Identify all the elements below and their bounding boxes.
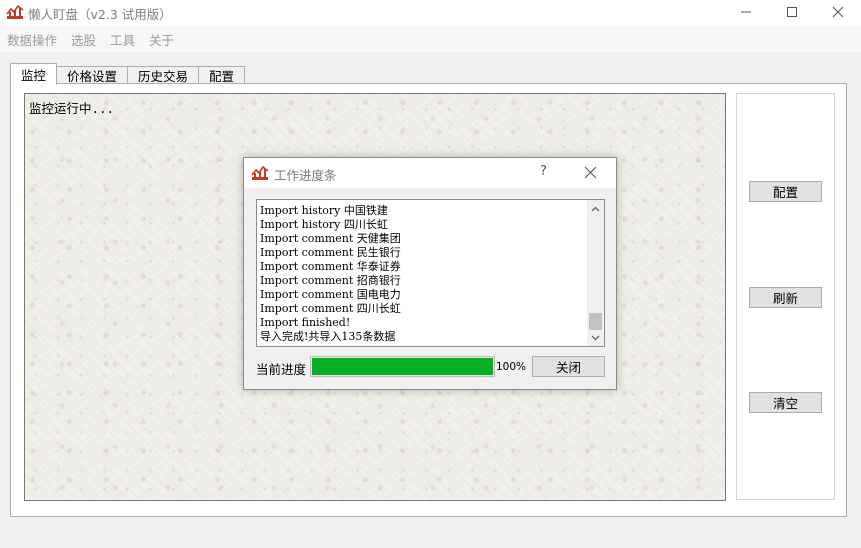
app-logo-icon <box>6 4 24 19</box>
menu-data-operations[interactable]: 数据操作 <box>4 30 60 49</box>
scroll-up-button[interactable] <box>587 200 604 217</box>
minimize-button[interactable] <box>723 0 769 24</box>
tab-trade-history[interactable]: 历史交易 <box>127 66 200 84</box>
log-line: Import finished! <box>260 316 351 329</box>
log-line: Import history 四川长虹 <box>260 218 388 231</box>
app-logo-icon <box>251 165 269 180</box>
maximize-icon <box>787 7 797 17</box>
menu-about[interactable]: 关于 <box>146 30 177 49</box>
clear-button[interactable]: 清空 <box>749 392 822 413</box>
progress-bar-fill <box>312 358 493 375</box>
tab-price-settings[interactable]: 价格设置 <box>56 66 129 84</box>
chevron-up-icon <box>591 206 600 211</box>
side-button-panel: 配置 刷新 清空 <box>736 93 835 500</box>
progress-bar <box>310 356 495 377</box>
log-line: Import comment 民生银行 <box>260 246 401 259</box>
log-line: Import comment 国电电力 <box>260 288 401 301</box>
progress-label: 当前进度 <box>256 362 307 377</box>
progress-percent: 100% <box>496 361 527 373</box>
minimize-icon <box>741 11 751 13</box>
refresh-button[interactable]: 刷新 <box>749 287 822 308</box>
menu-stock-selection[interactable]: 选股 <box>68 30 99 49</box>
config-button[interactable]: 配置 <box>749 181 822 202</box>
scroll-thumb[interactable] <box>589 313 602 330</box>
log-line: Import comment 招商银行 <box>260 274 401 287</box>
scroll-down-button[interactable] <box>587 329 604 346</box>
log-line: Import comment 天健集团 <box>260 232 401 245</box>
log-lines: Import history 中国铁建 Import history 四川长虹 Im… <box>260 204 586 344</box>
help-button[interactable]: ? <box>540 164 547 179</box>
log-line: Import history 中国铁建 <box>260 204 388 217</box>
close-icon <box>832 6 844 18</box>
dialog-close-button[interactable]: 关闭 <box>532 356 605 377</box>
window-title: 懒人盯盘（v2.3 试用版） <box>28 7 172 22</box>
tab-config[interactable]: 配置 <box>198 66 246 84</box>
chevron-down-icon <box>591 335 600 340</box>
tab-strip: 监控 价格设置 历史交易 配置 <box>10 62 246 85</box>
log-line: Import comment 四川长虹 <box>260 302 401 315</box>
progress-dialog: 工作进度条 ? Import history 中国铁建 Import histor… <box>243 157 617 390</box>
title-bar: 懒人盯盘（v2.3 试用版） <box>0 0 861 26</box>
menu-tools[interactable]: 工具 <box>107 30 138 49</box>
maximize-button[interactable] <box>769 0 815 24</box>
dialog-title: 工作进度条 <box>274 168 337 183</box>
monitor-status-text: 监控运行中... <box>29 101 115 116</box>
log-scrollbar[interactable] <box>587 200 604 346</box>
menu-bar: 数据操作 选股 工具 关于 <box>0 26 861 52</box>
log-line: Import comment 华泰证券 <box>260 260 401 273</box>
tab-monitor[interactable]: 监控 <box>10 63 58 85</box>
close-button[interactable] <box>815 0 861 24</box>
log-line: 导入完成!共导入135条数据 <box>260 330 396 343</box>
dialog-close-icon[interactable] <box>584 166 597 179</box>
import-log-textarea[interactable]: Import history 中国铁建 Import history 四川长虹 Im… <box>256 199 605 347</box>
dialog-title-bar: 工作进度条 ? <box>244 158 616 188</box>
